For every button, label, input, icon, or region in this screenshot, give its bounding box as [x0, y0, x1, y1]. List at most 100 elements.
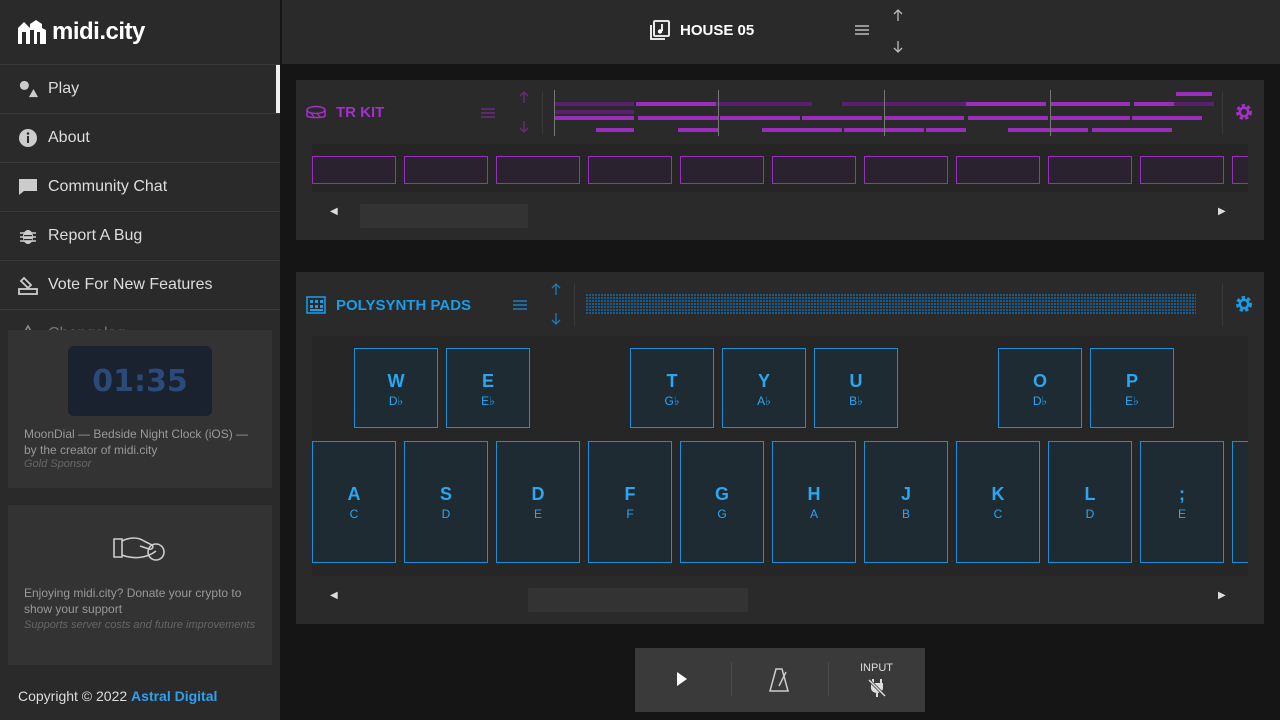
- key-note: A♭: [757, 394, 771, 408]
- sidebar-item-community-chat[interactable]: Community Chat: [0, 162, 280, 211]
- key-note: B♭: [849, 394, 863, 408]
- divider: [542, 92, 543, 134]
- track-menu-icon[interactable]: [512, 298, 528, 317]
- metronome-icon: [769, 668, 789, 692]
- scroll-thumb[interactable]: [360, 204, 528, 228]
- synth-keys-scrollbar[interactable]: ◀ ▶: [312, 576, 1248, 616]
- synth-key-e[interactable]: E E♭: [446, 348, 530, 428]
- key-letter: P: [1125, 371, 1138, 391]
- key-letter: T: [666, 371, 678, 391]
- drum-pad[interactable]: [1232, 156, 1248, 184]
- key-letter: L: [1084, 484, 1096, 504]
- scroll-thumb[interactable]: [528, 588, 748, 612]
- key-note: E: [533, 507, 542, 521]
- play-button[interactable]: [675, 670, 689, 693]
- drum-pad[interactable]: 6: [772, 156, 856, 184]
- song-next-arrow-icon[interactable]: [892, 40, 904, 59]
- key-note: A: [809, 507, 818, 521]
- scroll-right-icon[interactable]: ▶: [1218, 590, 1226, 601]
- sidebar-item-play[interactable]: Play: [0, 64, 280, 114]
- sidebar-item-about[interactable]: About: [0, 113, 280, 162]
- synth-key-g[interactable]: GG: [680, 441, 764, 563]
- info-icon: [18, 128, 38, 148]
- synth-key-w[interactable]: W D♭: [354, 348, 438, 428]
- drum-pattern-sequencer[interactable]: [554, 90, 1214, 136]
- scroll-right-icon[interactable]: ▶: [1218, 206, 1226, 217]
- drum-pad[interactable]: 9: [1048, 156, 1132, 184]
- chat-icon: [18, 177, 38, 197]
- bug-icon: [18, 226, 38, 246]
- donate-hand-coin-icon: [112, 531, 168, 570]
- sponsor-text: MoonDial — Bedside Night Clock (iOS) — b…: [24, 427, 249, 457]
- key-letter: J: [900, 484, 911, 504]
- sidebar-item-label: Play: [48, 80, 80, 97]
- drum-pad[interactable]: 5: [680, 156, 764, 184]
- synth-key-partial[interactable]: [1232, 441, 1248, 563]
- synth-key-d[interactable]: DE: [496, 441, 580, 563]
- donate-card[interactable]: Enjoying midi.city? Donate your crypto t…: [8, 505, 272, 665]
- track-down-arrow-icon[interactable]: [518, 120, 530, 139]
- sidebar-item-label: Community Chat: [48, 178, 168, 195]
- key-note: D♭: [1032, 394, 1048, 408]
- key-letter: K: [991, 484, 1005, 504]
- logo[interactable]: midi.city: [18, 18, 145, 46]
- synth-key-o[interactable]: O D♭: [998, 348, 1082, 428]
- donate-text: Enjoying midi.city? Donate your crypto t…: [24, 586, 242, 616]
- synth-key-y[interactable]: Y A♭: [722, 348, 806, 428]
- sponsor-card[interactable]: 01:35 MoonDial — Bedside Night Clock (iO…: [8, 330, 272, 488]
- drum-pad[interactable]: 3: [496, 156, 580, 184]
- copyright: Copyright © 2022 Astral Digital: [18, 688, 217, 704]
- synth-key-a[interactable]: AC: [312, 441, 396, 563]
- drum-pad[interactable]: 4: [588, 156, 672, 184]
- sidebar-item-vote-features[interactable]: Vote For New Features: [0, 260, 280, 309]
- donate-subtext: Supports server costs and future improve…: [24, 619, 256, 631]
- copyright-prefix: Copyright © 2022: [18, 688, 128, 704]
- synth-key-u[interactable]: U B♭: [814, 348, 898, 428]
- drum-pad[interactable]: 0: [1140, 156, 1224, 184]
- song-menu-icon[interactable]: [854, 23, 870, 42]
- synth-pattern-sequencer[interactable]: [586, 294, 1196, 314]
- synth-key-semicolon[interactable]: ; E: [1140, 441, 1224, 563]
- divider: [731, 662, 732, 696]
- synth-key-l[interactable]: LD: [1048, 441, 1132, 563]
- sidebar-item-report-bug[interactable]: Report A Bug: [0, 211, 280, 260]
- synth-key-j[interactable]: JB: [864, 441, 948, 563]
- synth-key-h[interactable]: HA: [772, 441, 856, 563]
- synth-key-s[interactable]: SD: [404, 441, 488, 563]
- drum-pad-scrollbar[interactable]: ◀ ▶: [312, 192, 1248, 232]
- synth-key-t[interactable]: T G♭: [630, 348, 714, 428]
- track-settings-gear-icon[interactable]: [1234, 294, 1254, 319]
- key-note: E: [1177, 507, 1186, 521]
- track-title[interactable]: POLYSYNTH PADS: [306, 296, 471, 314]
- song-prev-arrow-icon[interactable]: [892, 8, 904, 27]
- key-note: D: [441, 507, 451, 521]
- scroll-left-icon[interactable]: ◀: [330, 206, 338, 217]
- track-title-text: POLYSYNTH PADS: [336, 296, 472, 314]
- track-settings-gear-icon[interactable]: [1234, 102, 1254, 127]
- divider: [1222, 284, 1223, 326]
- synth-keyboard: W D♭ E E♭ T G♭ Y A♭ U B♭ O D♭ P E♭ AC SD DE FF …: [312, 336, 1248, 576]
- synth-key-f[interactable]: FF: [588, 441, 672, 563]
- song-selector[interactable]: HOUSE 05: [650, 20, 754, 40]
- drum-pad[interactable]: 7: [864, 156, 948, 184]
- track-menu-icon[interactable]: [480, 106, 496, 125]
- key-note: G: [717, 507, 727, 521]
- track-up-arrow-icon[interactable]: [550, 282, 562, 301]
- key-note: E♭: [1125, 394, 1139, 408]
- track-title[interactable]: TR KIT: [306, 104, 384, 121]
- track-up-arrow-icon[interactable]: [518, 90, 530, 109]
- metronome-button[interactable]: [769, 668, 789, 697]
- synth-key-k[interactable]: KC: [956, 441, 1040, 563]
- astral-digital-link[interactable]: Astral Digital: [131, 688, 217, 704]
- key-letter: G: [714, 484, 729, 504]
- drum-pad[interactable]: 2: [404, 156, 488, 184]
- scroll-left-icon[interactable]: ◀: [330, 590, 338, 601]
- shapes-icon: [18, 79, 38, 99]
- drum-pad[interactable]: 8: [956, 156, 1040, 184]
- drum-pad[interactable]: 1: [312, 156, 396, 184]
- key-note: D♭: [388, 394, 404, 408]
- input-toggle-button[interactable]: [867, 678, 887, 703]
- input-label: INPUT: [860, 662, 893, 674]
- synth-key-p[interactable]: P E♭: [1090, 348, 1174, 428]
- track-down-arrow-icon[interactable]: [550, 312, 562, 331]
